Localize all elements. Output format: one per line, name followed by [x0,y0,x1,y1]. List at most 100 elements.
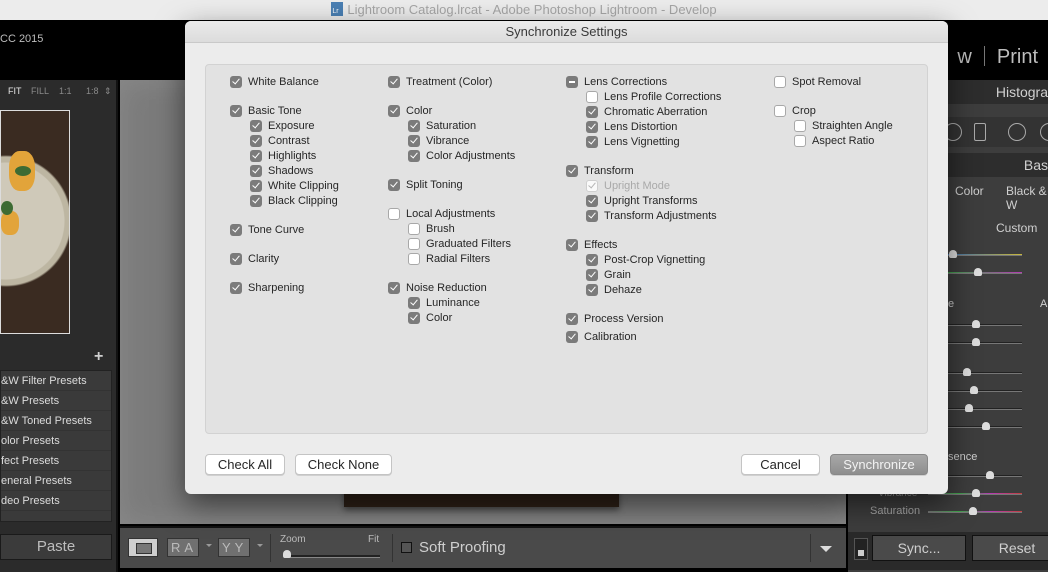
chromatic-aberration-checkbox[interactable] [586,105,598,118]
check-all-button[interactable]: Check All [205,454,285,475]
setting-grain[interactable]: Grain [586,267,631,282]
soft-proofing-checkbox[interactable] [401,542,412,553]
zoom-fit[interactable]: FIT [8,86,22,96]
preset-folder[interactable]: fect Presets [1,451,111,471]
shadows-checkbox[interactable] [250,164,262,177]
local-adjustments-checkbox[interactable] [388,207,400,220]
slider-thumb[interactable] [972,489,980,497]
calibration-checkbox[interactable] [566,330,578,343]
spot-removal-checkbox[interactable] [774,75,786,88]
black-clipping-checkbox[interactable] [250,194,262,207]
soft-proofing-label[interactable]: Soft Proofing [419,539,506,556]
setting-shadows[interactable]: Shadows [250,163,313,178]
highlights-slider[interactable] [948,372,1022,374]
highlights-checkbox[interactable] [250,149,262,162]
saturation-checkbox[interactable] [408,119,420,132]
setting-transform-adjustments[interactable]: Transform Adjustments [586,208,717,223]
setting-treatment-color[interactable]: Treatment (Color) [388,74,492,89]
vibrance-checkbox[interactable] [408,134,420,147]
setting-spot-removal[interactable]: Spot Removal [774,74,861,89]
toolbar-content-menu-icon[interactable] [820,546,832,552]
color-checkbox[interactable] [388,104,400,117]
setting-white-clipping[interactable]: White Clipping [250,178,339,193]
setting-color-adjustments[interactable]: Color Adjustments [408,148,515,163]
aspect-ratio-checkbox[interactable] [794,134,806,147]
lens-distortion-checkbox[interactable] [586,120,598,133]
preset-folder[interactable]: &W Filter Presets [1,371,111,391]
exposure-slider[interactable] [948,324,1022,326]
slider-thumb[interactable] [969,507,977,515]
setting-calibration[interactable]: Calibration [566,329,637,344]
setting-upright-transforms[interactable]: Upright Transforms [586,193,698,208]
zoom-1-8[interactable]: 1:8 [86,86,99,96]
zoom-fill[interactable]: FILL [31,86,49,96]
chevron-down-icon[interactable] [257,544,263,547]
radial-filter-icon[interactable] [1008,123,1026,141]
crop-checkbox[interactable] [774,104,786,117]
brush-checkbox[interactable] [408,222,420,235]
radial-filters-checkbox[interactable] [408,252,420,265]
setting-transform[interactable]: Transform [566,163,634,178]
straighten-angle-checkbox[interactable] [794,119,806,132]
setting-black-clipping[interactable]: Black Clipping [250,193,338,208]
slider-thumb[interactable] [982,422,990,430]
loupe-view-icon[interactable] [128,538,158,557]
setting-post-crop-vignetting[interactable]: Post-Crop Vignetting [586,252,705,267]
shadows-slider[interactable] [948,390,1022,392]
clarity-checkbox[interactable] [230,252,242,265]
setting-process-version[interactable]: Process Version [566,311,663,326]
noise-reduction-checkbox[interactable] [388,281,400,294]
basic-tone-checkbox[interactable] [230,104,242,117]
setting-lens-distortion[interactable]: Lens Distortion [586,119,677,134]
synchronize-button[interactable]: Synchronize [830,454,928,475]
lens-corrections-checkbox[interactable] [566,75,578,88]
dehaze-checkbox[interactable] [586,283,598,296]
graduated-filter-icon[interactable] [974,123,986,141]
slider-thumb[interactable] [972,338,980,346]
setting-lens-corrections[interactable]: Lens Corrections [566,74,667,89]
setting-white-balance[interactable]: White Balance [230,74,319,89]
before-after-button[interactable]: RA [167,538,199,557]
check-none-button[interactable]: Check None [295,454,392,475]
setting-color[interactable]: Color [408,310,452,325]
treatment-color[interactable]: Color [955,184,984,198]
preset-folder[interactable]: eneral Presets [1,471,111,491]
lens-profile-corrections-checkbox[interactable] [586,90,598,103]
setting-vibrance[interactable]: Vibrance [408,133,469,148]
setting-highlights[interactable]: Highlights [250,148,316,163]
tint-slider-thumb[interactable] [974,268,982,276]
contrast-checkbox[interactable] [250,134,262,147]
setting-chromatic-aberration[interactable]: Chromatic Aberration [586,104,707,119]
grain-checkbox[interactable] [586,268,598,281]
preset-folder[interactable]: &W Toned Presets [1,411,111,431]
color-checkbox[interactable] [408,311,420,324]
upright-transforms-checkbox[interactable] [586,194,598,207]
setting-crop[interactable]: Crop [774,103,816,118]
sharpening-checkbox[interactable] [230,281,242,294]
setting-basic-tone[interactable]: Basic Tone [230,103,302,118]
color-adjustments-checkbox[interactable] [408,149,420,162]
preset-folder[interactable]: olor Presets [1,431,111,451]
setting-sharpening[interactable]: Sharpening [230,280,304,295]
post-crop-vignetting-checkbox[interactable] [586,253,598,266]
setting-saturation[interactable]: Saturation [408,118,476,133]
whites-slider[interactable] [948,408,1022,410]
module-slideshow-fragment[interactable]: w [957,46,971,68]
graduated-filters-checkbox[interactable] [408,237,420,250]
setting-effects[interactable]: Effects [566,237,617,252]
setting-dehaze[interactable]: Dehaze [586,282,642,297]
auto-sync-toggle[interactable] [854,538,868,560]
module-print[interactable]: Print [997,46,1038,68]
zoom-slider-thumb[interactable] [283,550,291,558]
process-version-checkbox[interactable] [566,312,578,325]
white-clipping-checkbox[interactable] [250,179,262,192]
effects-checkbox[interactable] [566,238,578,251]
preset-folder[interactable]: &W Presets [1,391,111,411]
navigator-preview[interactable] [0,110,70,334]
slider-thumb[interactable] [972,320,980,328]
preset-folder[interactable]: deo Presets [1,491,111,511]
auto-tone-button[interactable]: A [1040,298,1047,310]
slider-thumb[interactable] [970,386,978,394]
treatment-color-checkbox[interactable] [388,75,400,88]
setting-radial-filters[interactable]: Radial Filters [408,251,490,266]
